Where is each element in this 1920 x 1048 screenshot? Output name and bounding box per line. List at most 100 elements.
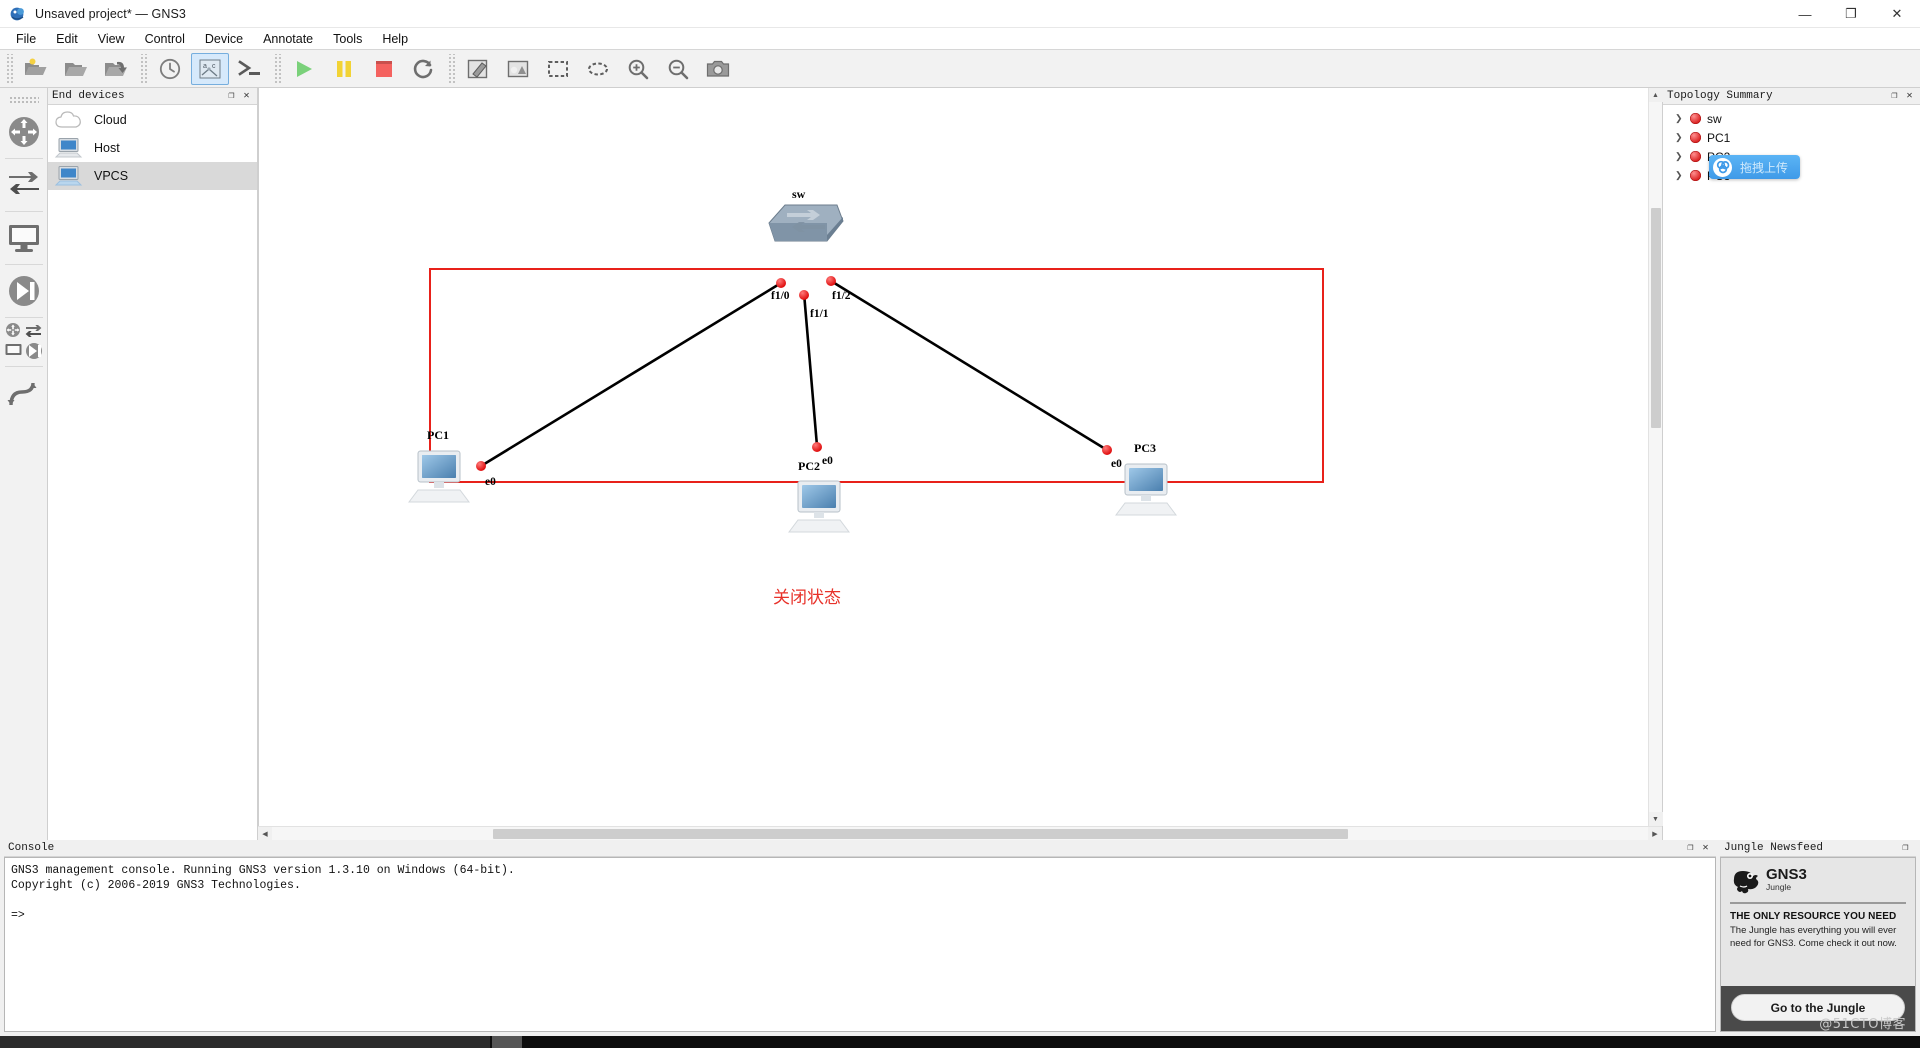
topology-node-label-sw: sw (1707, 111, 1722, 126)
switches-button[interactable] (2, 160, 46, 210)
zoom-out-icon (668, 59, 689, 79)
console-to-all-button[interactable] (231, 53, 269, 85)
node-sw[interactable] (767, 201, 845, 256)
canvas-scroll-down-arrow[interactable]: ▼ (1648, 812, 1663, 826)
canvas-horizontal-scrollbar[interactable]: ◀ ▶ (258, 826, 1662, 841)
toolbar-grip-4[interactable] (447, 53, 455, 84)
jungle-float-button[interactable]: ❐ (1899, 842, 1912, 855)
canvas-hscroll-thumb[interactable] (493, 829, 1348, 839)
jungle-divider (1730, 902, 1906, 904)
jungle-inner: GNS3 Jungle THE ONLY RESOURCE YOU NEED T… (1721, 858, 1915, 986)
host-icon (54, 138, 83, 158)
menu-bar: File Edit View Control Device Annotate T… (0, 28, 1920, 50)
end-devices-float-button[interactable]: ❐ (225, 90, 238, 103)
end-devices-button[interactable] (2, 213, 46, 263)
maximize-button[interactable]: ❐ (1828, 0, 1874, 28)
close-button[interactable]: ✕ (1874, 0, 1920, 28)
ellipse-icon (588, 62, 608, 75)
menu-device[interactable]: Device (195, 30, 253, 48)
link-dot-sw-f1-1[interactable] (799, 290, 809, 300)
routers-button[interactable] (2, 107, 46, 157)
node-label-pc3: PC3 (1134, 441, 1156, 455)
zoom-in-button[interactable] (619, 53, 657, 85)
end-device-label-vpcs: VPCS (94, 169, 129, 183)
reload-icon (413, 59, 433, 78)
menu-control[interactable]: Control (135, 30, 195, 48)
new-project-button[interactable] (17, 53, 55, 85)
topology-node-row-pc1[interactable]: ❯ PC1 (1663, 128, 1920, 147)
snapshot-history-button[interactable] (151, 53, 189, 85)
console-title-label: Console (8, 842, 55, 854)
screenshot-button[interactable] (699, 53, 737, 85)
device-bar-grip[interactable] (8, 96, 39, 103)
taskbar-strip (0, 1036, 1920, 1048)
link-dot-sw-f1-0[interactable] (776, 278, 786, 288)
topology-summary-close-button[interactable]: ✕ (1903, 90, 1916, 103)
save-project-as-button[interactable] (97, 53, 135, 85)
canvas-scroll-right-arrow[interactable]: ▶ (1648, 826, 1662, 841)
zoom-out-button[interactable] (659, 53, 697, 85)
toolbar-grip-3[interactable] (273, 53, 281, 84)
menu-edit[interactable]: Edit (46, 30, 88, 48)
node-pc1[interactable] (407, 448, 471, 511)
terminal-icon (238, 59, 260, 76)
camera-icon (706, 60, 730, 77)
chevron-right-icon[interactable]: ❯ (1675, 151, 1684, 162)
drag-upload-badge[interactable]: 拖拽上传 (1709, 155, 1801, 179)
toolbar-grip-2[interactable] (139, 53, 147, 84)
suspend-all-button[interactable] (325, 53, 363, 85)
link-dot-sw-f1-2[interactable] (826, 276, 836, 286)
minimize-button[interactable]: — (1782, 0, 1828, 28)
canvas-scroll-up-arrow[interactable]: ▲ (1648, 88, 1663, 102)
play-icon (297, 60, 312, 77)
menu-help[interactable]: Help (372, 30, 418, 48)
link-dot-pc2-e0[interactable] (812, 442, 822, 452)
canvas-vscroll-thumb[interactable] (1651, 208, 1661, 428)
link-dot-pc1-e0[interactable] (476, 461, 486, 471)
reload-all-button[interactable] (405, 53, 443, 85)
security-devices-button[interactable] (2, 266, 46, 316)
end-device-item-host[interactable]: Host (48, 134, 257, 162)
node-pc2[interactable] (787, 478, 851, 541)
clock-icon (159, 58, 181, 79)
all-devices-button[interactable] (2, 319, 46, 365)
canvas-scroll-left-arrow[interactable]: ◀ (258, 826, 272, 841)
device-bar-separator-5 (4, 366, 43, 367)
menu-tools[interactable]: Tools (323, 30, 372, 48)
end-device-item-cloud[interactable]: Cloud (48, 106, 257, 134)
link-dot-pc3-e0[interactable] (1102, 445, 1112, 455)
chevron-right-icon[interactable]: ❯ (1675, 113, 1684, 124)
menu-file[interactable]: File (6, 30, 46, 48)
jungle-newsfeed-panel: Jungle Newsfeed ❐ GNS3 Jungle THE ONLY R… (1720, 840, 1916, 1032)
end-device-label-cloud: Cloud (94, 113, 127, 127)
start-all-button[interactable] (285, 53, 323, 85)
console-float-button[interactable]: ❐ (1684, 842, 1697, 855)
insert-image-button[interactable] (499, 53, 537, 85)
open-project-button[interactable] (57, 53, 95, 85)
port-label-sw-f1-0: f1/0 (771, 290, 790, 302)
menu-annotate[interactable]: Annotate (253, 30, 323, 48)
console-close-button[interactable]: ✕ (1699, 842, 1712, 855)
jungle-headline: THE ONLY RESOURCE YOU NEED (1730, 911, 1897, 922)
draw-ellipse-button[interactable] (579, 53, 617, 85)
add-note-button[interactable] (459, 53, 497, 85)
topology-summary-dock: Topology Summary ❐ ✕ ❯ sw ❯ PC1 ❯ ❯ 拖拽上传 (1662, 88, 1920, 840)
end-device-item-vpcs[interactable]: VPCS (48, 162, 257, 190)
console-output[interactable]: GNS3 management console. Running GNS3 ve… (4, 857, 1716, 1032)
stop-all-button[interactable] (365, 53, 403, 85)
topology-summary-float-button[interactable]: ❐ (1888, 90, 1901, 103)
menu-view[interactable]: View (88, 30, 135, 48)
show-interface-labels-button[interactable]: a c (191, 52, 229, 85)
add-link-button[interactable] (2, 368, 46, 418)
canvas-annotation-note[interactable]: 关闭状态 (773, 583, 841, 608)
chameleon-logo-icon (1733, 871, 1759, 894)
draw-rectangle-button[interactable] (539, 53, 577, 85)
node-pc3[interactable] (1114, 461, 1178, 524)
topology-node-row-sw[interactable]: ❯ sw (1663, 109, 1920, 128)
toolbar-grip[interactable] (5, 53, 13, 84)
end-devices-close-button[interactable]: ✕ (240, 90, 253, 103)
canvas-vertical-scrollbar[interactable]: ▲ ▼ (1648, 88, 1663, 826)
chevron-right-icon[interactable]: ❯ (1675, 170, 1684, 181)
topology-canvas[interactable]: sw PC1 PC2 PC3 f1/0 f1/1 f1/2 e0 e0 e0 关… (258, 88, 1648, 826)
chevron-right-icon[interactable]: ❯ (1675, 132, 1684, 143)
